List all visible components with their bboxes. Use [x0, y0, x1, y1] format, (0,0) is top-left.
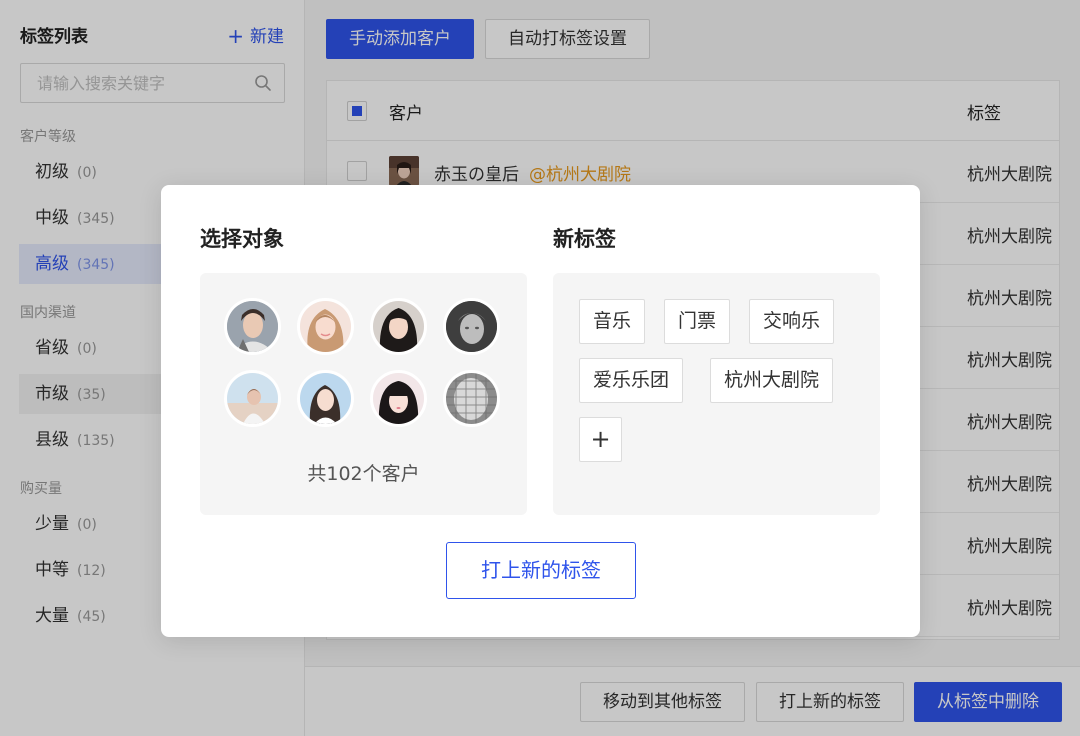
tag-chip-music[interactable]: 音乐	[579, 299, 646, 344]
avatar	[370, 298, 427, 355]
new-tag-title: 新标签	[553, 227, 616, 251]
confirm-apply-tag-button[interactable]: 打上新的标签	[446, 542, 636, 599]
selected-customers-panel: 共102个客户	[200, 273, 527, 515]
customer-total: 共102个客户	[307, 463, 420, 485]
new-tags-panel: 音乐 门票 交响乐 爱乐乐团 杭州大剧院 +	[553, 273, 880, 515]
tag-chip-ticket[interactable]: 门票	[664, 299, 731, 344]
tag-chip-hangzhou-grand-theatre[interactable]: 杭州大剧院	[710, 358, 834, 403]
batch-tag-dialog: 选择对象 新标签 共102个客户 音乐 门票 交响乐 爱乐乐团 杭州大剧院 + …	[161, 185, 920, 637]
tag-chip-symphony[interactable]: 交响乐	[749, 299, 835, 344]
avatar	[224, 370, 281, 427]
avatar	[370, 370, 427, 427]
select-targets-title: 选择对象	[200, 227, 284, 251]
avatar	[443, 298, 500, 355]
avatar	[297, 298, 354, 355]
avatar	[443, 370, 500, 427]
add-tag-button[interactable]: +	[579, 417, 622, 462]
tag-chip-philharmonic[interactable]: 爱乐乐团	[579, 358, 684, 403]
avatar	[224, 298, 281, 355]
avatar	[297, 370, 354, 427]
